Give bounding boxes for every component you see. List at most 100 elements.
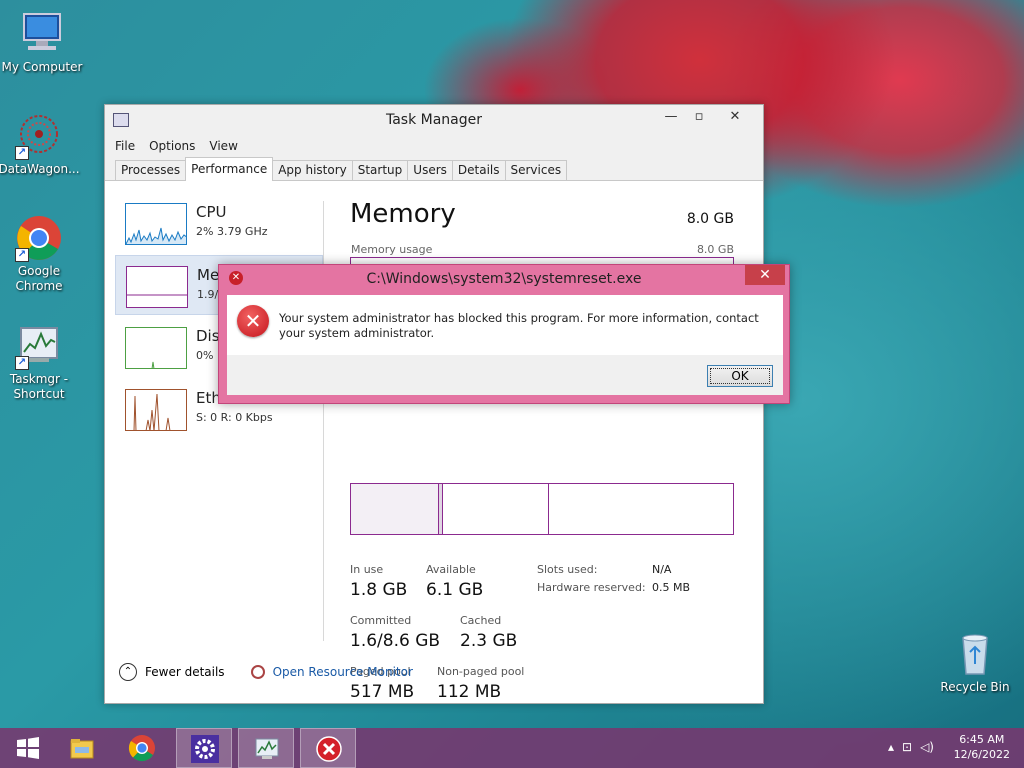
tab-services[interactable]: Services xyxy=(504,160,568,180)
sidebar-item-name: CPU xyxy=(196,203,227,221)
stat-cached: Cached 2.3 GB xyxy=(460,614,517,651)
shortcut-arrow-icon: ↗ xyxy=(15,248,29,262)
stat-value: 6.1 GB xyxy=(426,580,484,600)
memory-total: 8.0 GB xyxy=(686,211,734,227)
taskbar-file-explorer[interactable] xyxy=(54,728,110,768)
memory-usage-label: Memory usage xyxy=(351,243,433,256)
ethernet-sparkline xyxy=(125,389,187,431)
taskbar: ▴ ⊡ ◁) 6:45 AM 12/6/2022 xyxy=(0,728,1024,768)
clock-date: 12/6/2022 xyxy=(953,748,1010,761)
desktop-icon-label: Taskmgr - Shortcut xyxy=(9,372,69,401)
stat-label: Committed xyxy=(350,614,412,627)
sidebar-item-name: Dis xyxy=(196,327,220,345)
tab-details[interactable]: Details xyxy=(451,160,506,180)
stat-value: 1.6/8.6 GB xyxy=(350,631,441,651)
stat-non-paged-pool: Non-paged pool 112 MB xyxy=(437,665,524,702)
error-message: Your system administrator has blocked th… xyxy=(279,311,759,340)
sidebar-item-value: 1.9/ xyxy=(197,288,219,301)
task-manager-window: Task Manager — ▫ ✕ File Options View Pro… xyxy=(104,104,764,704)
stat-committed: Committed 1.6/8.6 GB xyxy=(350,614,440,651)
maximize-button[interactable]: ▫ xyxy=(685,108,713,126)
stat-hardware-reserved: Hardware reserved: 0.5 MB xyxy=(537,581,690,594)
kv-label: Hardware reserved: xyxy=(537,581,646,594)
desktop-icon-label: Recycle Bin xyxy=(940,680,1010,694)
taskbar-error-dialog[interactable] xyxy=(300,728,356,768)
memory-usage-max: 8.0 GB xyxy=(696,243,734,256)
kv-value: N/A xyxy=(652,563,672,576)
shortcut-arrow-icon: ↗ xyxy=(15,146,29,160)
tab-bar: Processes Performance App history Startu… xyxy=(105,157,763,181)
memory-composition-bar xyxy=(350,483,734,535)
sidebar-item-cpu[interactable]: CPU 2% 3.79 GHz xyxy=(115,193,323,253)
memory-title: Memory xyxy=(350,199,456,229)
dialog-content: ✕ Your system administrator has blocked … xyxy=(227,295,783,355)
taskbar-chrome[interactable] xyxy=(114,728,170,768)
taskbar-task-manager[interactable] xyxy=(238,728,294,768)
sidebar-item-value: S: 0 R: 0 Kbps xyxy=(196,411,273,424)
disk-sparkline xyxy=(125,327,187,369)
stat-label: In use xyxy=(350,563,384,576)
folder-icon xyxy=(68,734,96,762)
dialog-button-bar: OK xyxy=(227,355,783,395)
stat-value: 2.3 GB xyxy=(460,631,518,651)
shortcut-arrow-icon: ↗ xyxy=(15,356,29,370)
desktop-icon-datawagon[interactable]: ↗ DataWagon... xyxy=(0,112,81,177)
tab-app-history[interactable]: App history xyxy=(272,160,353,180)
clock-time: 6:45 AM xyxy=(959,733,1005,746)
system-tray: ▴ ⊡ ◁) xyxy=(888,740,934,754)
fewer-details-link[interactable]: Fewer details xyxy=(145,665,225,679)
error-icon xyxy=(315,735,343,763)
open-resource-monitor-link[interactable]: Open Resource Monitor xyxy=(273,665,413,679)
resource-monitor-icon xyxy=(250,665,265,679)
menu-options[interactable]: Options xyxy=(149,139,195,153)
tab-processes[interactable]: Processes xyxy=(115,160,187,180)
menu-view[interactable]: View xyxy=(209,139,237,153)
memory-sparkline xyxy=(126,266,188,308)
desktop-icon-my-computer[interactable]: My Computer xyxy=(0,10,84,75)
desktop-icon-google-chrome[interactable]: ↗ Google Chrome xyxy=(0,214,81,294)
dialog-title: C:\Windows\system32\systemreset.exe xyxy=(366,271,642,287)
menu-bar: File Options View xyxy=(105,135,763,157)
chevron-up-icon[interactable]: ▴ xyxy=(888,740,894,754)
clock[interactable]: 6:45 AM 12/6/2022 xyxy=(954,732,1010,762)
stat-available: Available 6.1 GB xyxy=(426,563,483,600)
performance-panel: CPU 2% 3.79 GHz Me 1.9/ Dis 0% Eth S: 0 … xyxy=(105,181,763,703)
taskbar-settings[interactable] xyxy=(176,728,232,768)
ok-button[interactable]: OK xyxy=(707,365,773,387)
desktop-icon-recycle-bin[interactable]: Recycle Bin xyxy=(933,630,1017,695)
error-dialog: ✕ C:\Windows\system32\systemreset.exe ✕ … xyxy=(218,264,790,404)
datawagon-icon: ↗ xyxy=(15,112,63,160)
stat-label: Cached xyxy=(460,614,502,627)
task-manager-icon: ↗ xyxy=(15,322,63,370)
chrome-icon xyxy=(128,734,156,762)
stat-slots-used: Slots used: N/A xyxy=(537,563,671,576)
composition-in-use xyxy=(351,484,439,534)
menu-file[interactable]: File xyxy=(115,139,135,153)
volume-icon[interactable]: ◁) xyxy=(920,740,934,754)
dialog-close-button[interactable]: ✕ xyxy=(745,265,785,285)
chevron-up-icon[interactable]: ⌃ xyxy=(119,663,137,681)
cpu-sparkline xyxy=(125,203,187,245)
tab-users[interactable]: Users xyxy=(407,160,453,180)
stat-label: Non-paged pool xyxy=(437,665,525,678)
chrome-icon: ↗ xyxy=(15,214,63,262)
task-manager-icon xyxy=(253,735,281,763)
desktop-icon-taskmgr-shortcut[interactable]: ↗ Taskmgr - Shortcut xyxy=(0,322,81,402)
computer-icon xyxy=(18,10,66,58)
tab-performance[interactable]: Performance xyxy=(185,157,274,181)
close-button[interactable]: ✕ xyxy=(721,108,749,126)
network-icon[interactable]: ⊡ xyxy=(902,740,912,754)
stat-in-use: In use 1.8 GB xyxy=(350,563,407,600)
composition-free xyxy=(549,484,733,534)
sidebar-item-value: 0% xyxy=(196,349,214,362)
tab-startup[interactable]: Startup xyxy=(351,160,409,180)
minimize-button[interactable]: — xyxy=(657,108,685,126)
sidebar-item-value: 2% 3.79 GHz xyxy=(196,225,268,238)
desktop-icon-label: Google Chrome xyxy=(15,264,63,293)
stat-value: 517 MB xyxy=(350,682,415,702)
desktop-icon-label: My Computer xyxy=(1,60,83,74)
start-button[interactable] xyxy=(0,728,56,768)
title-bar[interactable]: Task Manager — ▫ ✕ xyxy=(105,105,763,135)
desktop-icon-label: DataWagon... xyxy=(0,162,80,176)
stat-value: 1.8 GB xyxy=(350,580,408,600)
